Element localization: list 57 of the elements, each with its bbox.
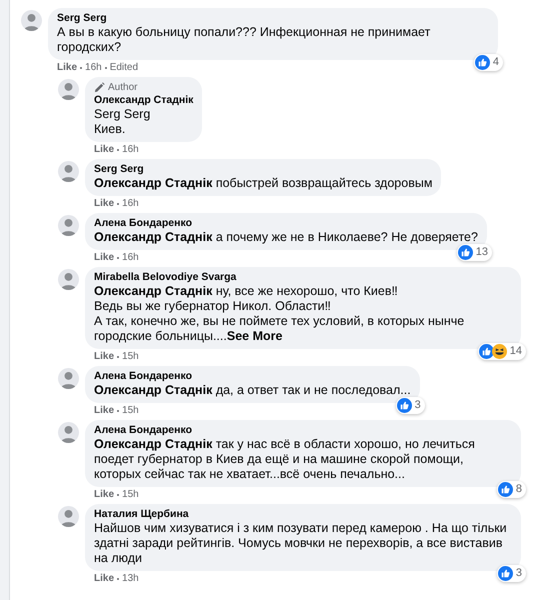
author-name[interactable]: Наталия Щербина: [94, 508, 512, 521]
meta-link[interactable]: 15h: [122, 405, 139, 417]
avatar[interactable]: [58, 79, 79, 100]
author-name[interactable]: Алена Бондаренко: [94, 370, 411, 383]
author-name[interactable]: Mirabella Belovodiye Svarga: [94, 271, 512, 284]
laughing-face-icon: [492, 344, 507, 359]
meta-link[interactable]: 13h: [122, 573, 139, 585]
avatar[interactable]: [58, 161, 79, 182]
meta-link[interactable]: 16h: [85, 62, 102, 74]
reaction-count[interactable]: 3: [396, 397, 425, 414]
pencil-icon: [94, 82, 105, 93]
comment-text: Олександр Стаднік а почему же не в Николаеве? Не доверяете?: [94, 230, 478, 245]
author-name[interactable]: Олександр Стаднік: [94, 94, 194, 107]
meta-link[interactable]: Like: [94, 489, 114, 501]
reaction-count[interactable]: 13: [456, 244, 492, 261]
reaction-count[interactable]: 14: [478, 343, 526, 360]
meta-link[interactable]: 15h: [122, 351, 139, 363]
comment-text: Serg Serg Киев.: [94, 107, 152, 137]
meta-link[interactable]: Like: [94, 198, 114, 210]
meta-link[interactable]: Like: [94, 144, 114, 156]
meta-link[interactable]: Like: [57, 62, 78, 74]
comment-text: Найшов чим хизуватися і з ким позувати перед камерою . На що тільки здатні заради рейтингів. Чомусь мовчки не перехворів, а все виставив на люди: [94, 521, 508, 566]
author-name[interactable]: Serg Serg: [57, 12, 489, 25]
thumbs-up-icon: [498, 482, 513, 497]
author-name[interactable]: Serg Serg: [94, 163, 432, 176]
badge-label: Author: [108, 81, 138, 94]
comment-text: А вы в какую больницу попали??? Инфекционная не принимает городских?: [57, 25, 432, 55]
meta-link[interactable]: Like: [94, 573, 114, 585]
comment-text: Олександр Стаднік да, а ответ так и не последовал...: [94, 383, 411, 398]
thumbs-up-icon: [458, 245, 473, 260]
comment-text: Олександр Стаднік ну, все же нехорошо, что Киев‼ Ведь вы же губернатор Никол. Области‼ А так, конечно же, вы не поймете тех условий, в которых нынче городские больницы....See More: [94, 284, 466, 344]
thumbs-up-icon: [474, 55, 490, 70]
meta-link[interactable]: Edited: [110, 62, 138, 74]
meta-link[interactable]: 16h: [122, 144, 139, 156]
meta-link[interactable]: Like: [94, 405, 114, 417]
thumbs-up-icon: [478, 344, 494, 359]
reaction-count[interactable]: 8: [496, 481, 526, 498]
avatar[interactable]: [21, 10, 42, 31]
meta-link[interactable]: 16h: [122, 198, 139, 210]
see-more-link[interactable]: See More: [226, 329, 282, 343]
avatar[interactable]: [58, 422, 79, 443]
avatar[interactable]: [58, 368, 79, 389]
avatar[interactable]: [58, 215, 79, 236]
author-name[interactable]: Алена Бондаренко: [94, 217, 478, 230]
meta-link[interactable]: Like: [94, 252, 114, 264]
thumbs-up-icon: [498, 566, 513, 581]
meta-link[interactable]: Like: [94, 351, 114, 363]
comment-text: Олександр Стаднік так у нас всё в области хорошо, но лечиться поедет губернатор в Киев да ещё и на машине скорой помощи, которых сейчас так не хватает...всё очень печально...: [94, 437, 476, 482]
avatar[interactable]: [58, 506, 79, 527]
reaction-count[interactable]: 3: [496, 565, 526, 582]
comment-text: Олександр Стаднік побыстрей возвращайтесь здоровым: [94, 176, 432, 191]
thumbs-up-icon: [396, 398, 412, 413]
meta-link[interactable]: 16h: [122, 252, 139, 264]
reaction-count[interactable]: 4: [474, 54, 503, 71]
avatar[interactable]: [58, 269, 79, 290]
meta-link[interactable]: 15h: [122, 489, 139, 501]
author-name[interactable]: Алена Бондаренко: [94, 424, 512, 437]
